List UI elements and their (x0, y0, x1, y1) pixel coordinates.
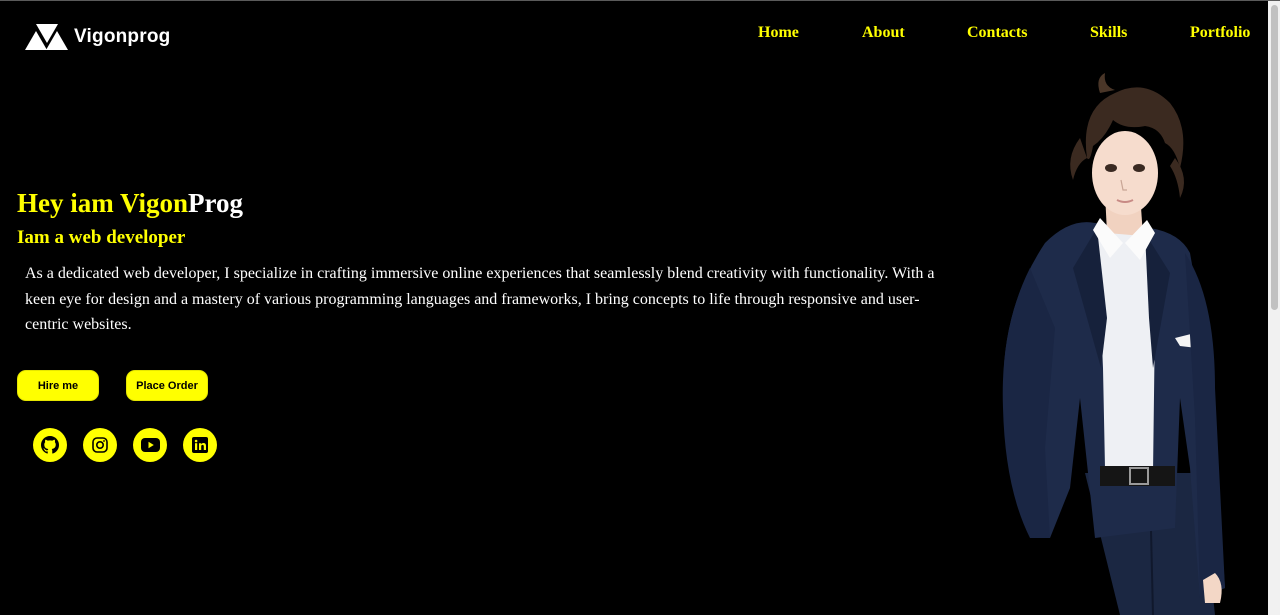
linkedin-link[interactable] (183, 428, 217, 462)
instagram-icon (92, 437, 108, 453)
nav-skills[interactable]: Skills (1090, 24, 1127, 42)
instagram-link[interactable] (83, 428, 117, 462)
nav-about[interactable]: About (862, 24, 905, 42)
place-order-button[interactable]: Place Order (126, 370, 208, 401)
linkedin-icon (192, 437, 208, 453)
youtube-icon (140, 438, 160, 452)
github-icon (41, 436, 59, 454)
nav-contacts[interactable]: Contacts (967, 24, 1027, 42)
main-nav: Home About Contacts Skills Portfolio (0, 24, 1280, 46)
hero-title: Hey iam VigonProg (17, 185, 243, 221)
github-link[interactable] (33, 428, 67, 462)
hero-title-suffix: Prog (188, 188, 244, 218)
nav-portfolio[interactable]: Portfolio (1190, 24, 1250, 42)
developer-portrait-image (1002, 73, 1225, 615)
hire-me-button[interactable]: Hire me (17, 370, 99, 401)
nav-home[interactable]: Home (758, 24, 799, 42)
page-scrollbar[interactable] (1268, 1, 1280, 615)
window-top-border (0, 0, 1280, 1)
hero-subtitle: Iam a web developer (17, 227, 186, 248)
scrollbar-thumb[interactable] (1271, 5, 1278, 310)
hero-description: As a dedicated web developer, I speciali… (25, 265, 935, 333)
hero-title-name: Hey iam Vigon (17, 188, 189, 218)
youtube-link[interactable] (133, 428, 167, 462)
